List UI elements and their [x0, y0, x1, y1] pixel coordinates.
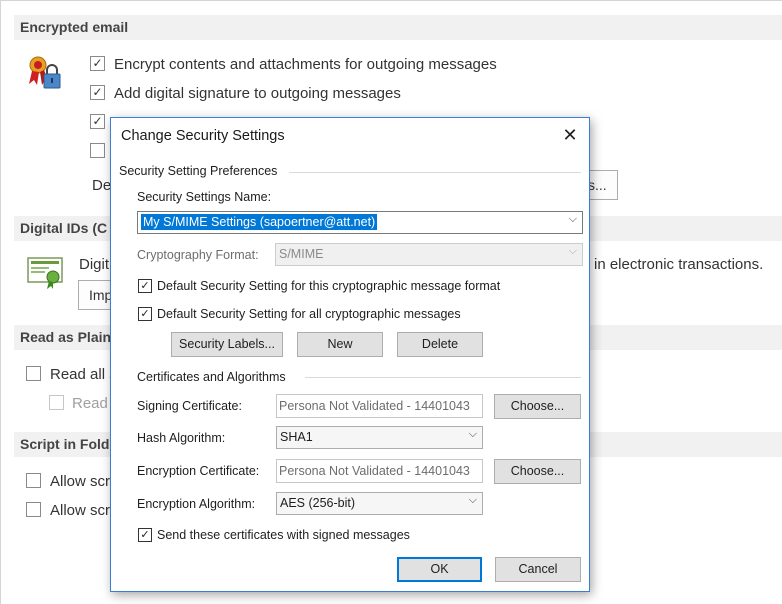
default-setting-label-fragment: De: [92, 177, 112, 194]
encryption-certificate-field[interactable]: Persona Not Validated - 14401043: [276, 459, 483, 483]
preferences-group-divider: [289, 172, 581, 173]
send-certificates-label: Send these certificates with signed mess…: [157, 528, 410, 542]
encryption-algorithm-select[interactable]: AES (256-bit) ⌵: [276, 492, 483, 515]
allow-script-public-folders-label: Allow scr: [50, 502, 111, 519]
certs-group-label: Certificates and Algorithms: [137, 370, 286, 384]
cryptography-format-value: S/MIME: [279, 247, 324, 261]
fourth-option-checkbox[interactable]: [90, 143, 105, 158]
cryptography-format-select[interactable]: S/MIME ⌵: [275, 243, 583, 266]
default-format-checkbox[interactable]: ✓: [138, 279, 152, 293]
digital-ids-text-start: Digit: [79, 256, 110, 273]
security-labels-button[interactable]: Security Labels...: [171, 332, 283, 357]
signing-certificate-label: Signing Certificate:: [137, 399, 242, 413]
default-all-label: Default Security Setting for all cryptog…: [157, 307, 461, 321]
page-left-border: [0, 0, 1, 604]
encryption-certificate-label: Encryption Certificate:: [137, 464, 260, 478]
ok-button[interactable]: OK: [397, 557, 482, 582]
default-all-checkbox[interactable]: ✓: [138, 307, 152, 321]
allow-script-public-folders-checkbox[interactable]: [26, 502, 41, 517]
chevron-down-icon: ⌵: [568, 245, 577, 257]
change-security-settings-dialog: Change Security Settings ✕ Security Sett…: [110, 117, 590, 592]
certs-group-divider: [305, 377, 581, 378]
encrypt-contents-checkbox[interactable]: ✓: [90, 56, 105, 71]
encrypt-contents-label: Encrypt contents and attachments for out…: [114, 56, 497, 73]
hash-algorithm-label: Hash Algorithm:: [137, 431, 226, 445]
default-format-label: Default Security Setting for this crypto…: [157, 279, 501, 293]
settings-button-fragment[interactable]: s...: [586, 170, 618, 200]
close-icon[interactable]: ✕: [558, 124, 582, 148]
allow-script-shared-folders-label: Allow scr: [50, 473, 111, 490]
read-signed-plain-text-label: Read: [72, 395, 108, 412]
encryption-certificate-choose-button[interactable]: Choose...: [494, 459, 581, 484]
security-settings-name-label: Security Settings Name:: [137, 190, 272, 204]
hash-algorithm-select[interactable]: SHA1 ⌵: [276, 426, 483, 449]
signing-certificate-field[interactable]: Persona Not Validated - 14401043: [276, 394, 483, 418]
hash-algorithm-value: SHA1: [280, 430, 313, 444]
dialog-title: Change Security Settings: [121, 128, 285, 144]
signing-certificate-choose-button[interactable]: Choose...: [494, 394, 581, 419]
import-export-button-fragment[interactable]: Imp: [78, 280, 111, 310]
security-settings-name-value: My S/MIME Settings (sapoertner@att.net): [141, 214, 378, 230]
preferences-group-label: Security Setting Preferences: [119, 164, 278, 178]
new-button[interactable]: New: [297, 332, 383, 357]
chevron-down-icon: ⌵: [468, 494, 477, 506]
encryption-algorithm-value: AES (256-bit): [280, 496, 356, 510]
add-signature-label: Add digital signature to outgoing messag…: [114, 85, 401, 102]
cancel-button[interactable]: Cancel: [495, 557, 581, 582]
security-settings-name-combo[interactable]: My S/MIME Settings (sapoertner@att.net) …: [137, 211, 583, 234]
chevron-down-icon: ⌵: [568, 213, 577, 225]
digital-id-certificate-icon: [26, 256, 66, 290]
third-option-checkbox[interactable]: ✓: [90, 114, 105, 129]
add-signature-checkbox[interactable]: ✓: [90, 85, 105, 100]
encryption-certificate-lock-icon: [26, 54, 66, 90]
send-certificates-checkbox[interactable]: ✓: [138, 528, 152, 542]
section-encrypted-email: Encrypted email: [14, 15, 782, 40]
delete-button[interactable]: Delete: [397, 332, 483, 357]
encryption-algorithm-label: Encryption Algorithm:: [137, 497, 256, 511]
page-top-border: [0, 0, 782, 1]
cryptography-format-label: Cryptography Format:: [137, 248, 259, 262]
chevron-down-icon: ⌵: [468, 428, 477, 440]
read-signed-plain-text-checkbox[interactable]: [49, 395, 64, 410]
read-all-plain-text-label: Read all s: [50, 366, 117, 383]
read-all-plain-text-checkbox[interactable]: [26, 366, 41, 381]
allow-script-shared-folders-checkbox[interactable]: [26, 473, 41, 488]
digital-ids-text-end: in electronic transactions.: [594, 256, 764, 273]
